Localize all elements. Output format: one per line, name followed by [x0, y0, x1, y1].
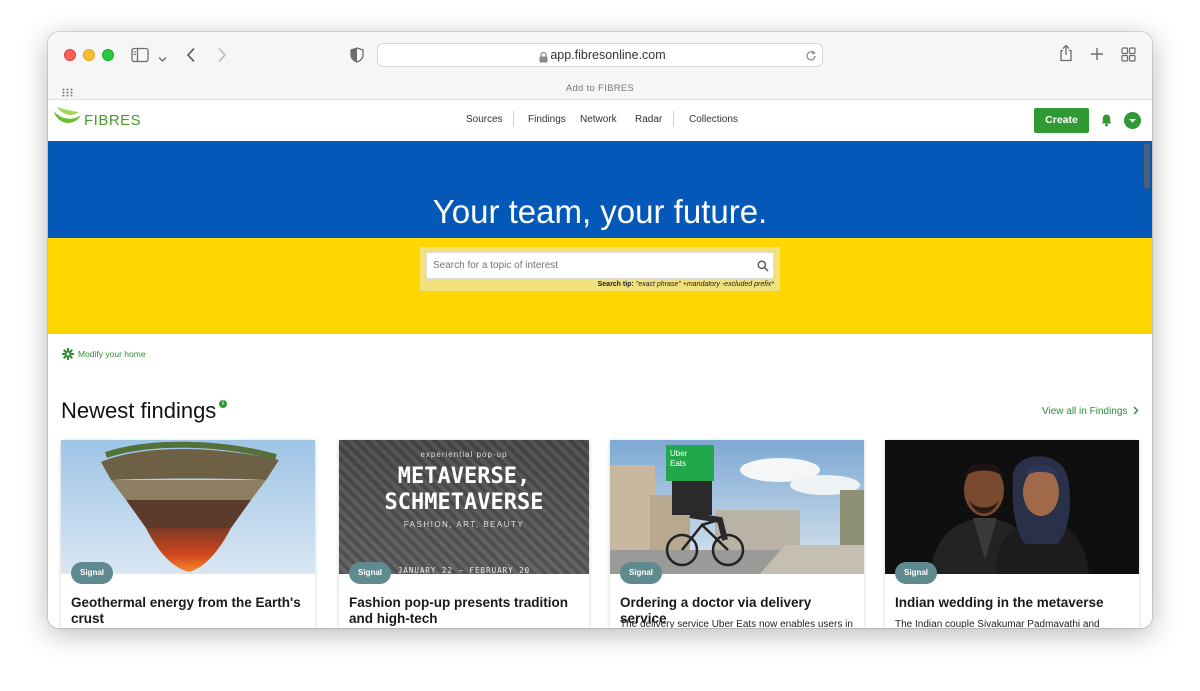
bookmarks-bar: Add to FIBRES — [48, 78, 1152, 100]
share-icon[interactable] — [1059, 44, 1073, 67]
signal-badge: Signal — [895, 562, 938, 584]
gear-icon — [62, 348, 74, 362]
close-window-button[interactable] — [64, 49, 76, 61]
modify-home-link[interactable]: Modify your home — [62, 348, 146, 362]
bag-brand-text-1: Uber — [670, 449, 688, 458]
chevron-right-icon — [1133, 406, 1139, 418]
signal-badge: Signal — [620, 562, 663, 584]
card-title[interactable]: Fashion pop-up presents tradition and hi… — [349, 595, 579, 627]
modify-home-label: Modify your home — [78, 349, 146, 359]
browser-toolbar: app.fibresonline.com — [48, 32, 1152, 78]
search-box: Search tip: "exact phrase" +mandatory -e… — [420, 247, 780, 291]
nav-radar[interactable]: Radar — [635, 114, 662, 125]
app-navbar: FIBRES Sources Findings Network Radar Co… — [48, 100, 1152, 141]
nav-network[interactable]: Network — [580, 114, 617, 125]
tab-overview-icon[interactable] — [1121, 47, 1136, 67]
signal-badge: Signal — [349, 562, 392, 584]
fibres-logo-icon[interactable] — [53, 103, 83, 132]
finding-card[interactable]: Signal Indian wedding in the metaverse T… — [885, 440, 1139, 628]
poster-top-text: experiential pop-up — [420, 450, 508, 459]
bag-brand-text-2: Eats — [670, 459, 686, 468]
forward-icon[interactable] — [217, 47, 227, 68]
zoom-window-button[interactable] — [102, 49, 114, 61]
finding-image-avatar-couple — [885, 440, 1139, 574]
page-content: FIBRES Sources Findings Network Radar Co… — [48, 100, 1152, 628]
finding-image-floating-island — [61, 440, 315, 574]
search-tip: Search tip: "exact phrase" +mandatory -e… — [598, 281, 774, 288]
minimize-window-button[interactable] — [83, 49, 95, 61]
sidebar-toggle-icon[interactable] — [131, 47, 149, 68]
privacy-shield-icon[interactable] — [350, 47, 364, 68]
card-title[interactable]: Indian wedding in the metaverse — [895, 595, 1129, 611]
finding-image-metaverse-poster: experiential pop-up METAVERSE, SCHMETAVE… — [339, 440, 589, 574]
search-icon[interactable] — [757, 259, 769, 277]
browser-window: app.fibresonline.com Add to FIBRES FIBRE… — [48, 32, 1152, 628]
reload-icon[interactable] — [805, 49, 817, 67]
finding-card[interactable]: Signal Geothermal energy from the Earth'… — [61, 440, 315, 628]
info-icon[interactable]: i — [219, 400, 227, 408]
section-title: Newest findings — [61, 398, 217, 423]
hero-banner: Your team, your future. — [48, 141, 1152, 238]
search-tip-text: "exact phrase" +mandatory -excluded pref… — [635, 281, 774, 288]
hero-title: Your team, your future. — [432, 193, 768, 230]
nav-sources[interactable]: Sources — [466, 114, 503, 125]
poster-subtitle: FASHION, ART, BEAUTY — [403, 520, 525, 529]
page-scrollbar[interactable] — [1144, 143, 1150, 189]
finding-card[interactable]: experiential pop-up METAVERSE, SCHMETAVE… — [339, 440, 589, 628]
poster-headline-1: METAVERSE, — [397, 464, 531, 489]
fibres-logo[interactable]: FIBRES — [84, 112, 141, 129]
search-tip-label: Search tip: — [597, 281, 634, 288]
create-button[interactable]: Create — [1034, 108, 1089, 133]
view-all-findings-link[interactable]: View all in Findings — [1042, 406, 1139, 418]
card-description: The delivery service Uber Eats now enabl… — [620, 619, 853, 628]
card-title[interactable]: Geothermal energy from the Earth's crust — [71, 595, 305, 627]
user-menu-chevron-icon[interactable] — [1124, 112, 1141, 129]
nav-separator — [673, 111, 674, 127]
nav-collections[interactable]: Collections — [689, 114, 738, 125]
search-input[interactable] — [426, 252, 774, 279]
address-bar[interactable]: app.fibresonline.com — [377, 43, 823, 67]
bell-icon[interactable] — [1100, 113, 1113, 132]
card-description: The Indian couple Sivakumar Padmavathi a… — [895, 619, 1100, 628]
nav-separator — [513, 111, 514, 127]
back-icon[interactable] — [186, 47, 196, 68]
finding-image-delivery-cyclist: Uber Eats — [610, 440, 864, 574]
finding-card[interactable]: Uber Eats Signal Ordering a doctor via d… — [610, 440, 864, 628]
signal-badge: Signal — [71, 562, 114, 584]
new-tab-icon[interactable] — [1090, 47, 1104, 66]
chevron-down-icon[interactable] — [158, 50, 167, 68]
nav-findings[interactable]: Findings — [528, 114, 566, 125]
poster-headline-2: SCHMETAVERSE — [384, 490, 544, 515]
url-text: app.fibresonline.com — [550, 48, 666, 62]
view-all-label: View all in Findings — [1042, 406, 1128, 417]
add-to-fibres-link[interactable]: Add to FIBRES — [48, 83, 1152, 94]
